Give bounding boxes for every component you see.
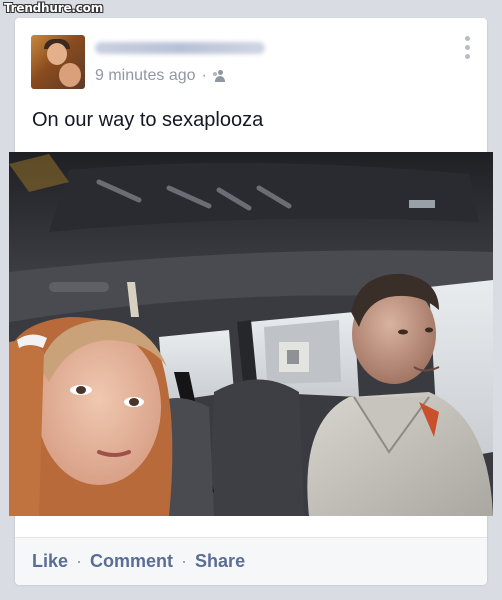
- post-card: 9 minutes ago · On our way to sexaplooza: [9, 18, 493, 585]
- friends-icon[interactable]: [212, 70, 227, 82]
- action-separator: ·: [76, 551, 83, 571]
- share-link[interactable]: Share: [195, 551, 245, 571]
- action-separator: ·: [181, 551, 188, 571]
- like-link[interactable]: Like: [32, 551, 68, 571]
- avatar[interactable]: [31, 35, 85, 89]
- author-name-redacted[interactable]: [95, 42, 265, 54]
- comment-link[interactable]: Comment: [90, 551, 173, 571]
- post-photo[interactable]: [9, 152, 493, 516]
- car-interior-photo: [9, 152, 493, 516]
- site-watermark: Trendhure.com: [4, 1, 104, 15]
- post-text: On our way to sexaplooza: [32, 109, 264, 131]
- post-meta: 9 minutes ago ·: [95, 67, 227, 85]
- meta-separator: ·: [201, 67, 207, 84]
- action-links: Like · Comment · Share: [32, 551, 245, 572]
- more-vertical-icon[interactable]: [465, 36, 471, 62]
- post-action-bar: Like · Comment · Share: [15, 537, 487, 585]
- post-timestamp[interactable]: 9 minutes ago: [95, 67, 196, 84]
